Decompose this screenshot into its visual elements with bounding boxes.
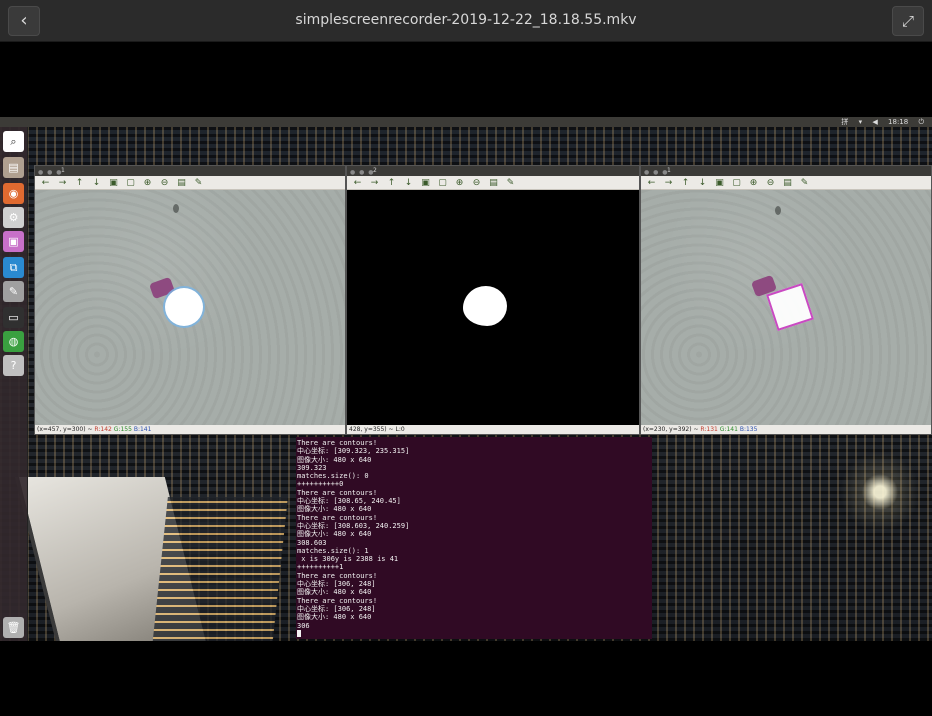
wifi-icon[interactable]: ▾	[859, 118, 863, 126]
terminal-line: ++++++++++1	[297, 563, 344, 572]
detected-ball	[165, 288, 203, 326]
vscode-icon[interactable]: ⧉	[3, 257, 24, 278]
window-controls-icon[interactable]: ● ● ●	[38, 168, 63, 178]
properties-icon[interactable]: ✎	[798, 177, 811, 189]
opencv-window-result[interactable]: ● ● ● 1 ← → ↑ ↓ ▣ ▢ ⊕ ⊖ ▤ ✎ (x=230, y=39…	[640, 165, 932, 435]
settings-icon[interactable]: ⚙	[3, 207, 24, 228]
opencv-toolbar: ← → ↑ ↓ ▣ ▢ ⊕ ⊖ ▤ ✎	[641, 176, 931, 190]
ubuntu-launcher: ⌕ ▤ ◉ ⚙ ▣ ⧉ ✎ ▭ ◍? 🗑	[0, 127, 28, 641]
image-viewer-icon[interactable]: ▣	[3, 231, 24, 252]
zoom-fit-icon[interactable]: ▣	[107, 177, 120, 189]
zoom-in-icon[interactable]: ⊕	[747, 177, 760, 189]
ubuntu-top-panel: 拼 ▾ ◀ 18:18 ⏻	[0, 117, 932, 127]
volume-icon[interactable]: ◀	[872, 118, 877, 126]
zoom-fit-icon[interactable]: ▣	[419, 177, 432, 189]
zoom-out-icon[interactable]: ⊖	[158, 177, 171, 189]
player-header: ‹ simplescreenrecorder-2019-12-22_18.18.…	[0, 0, 932, 42]
pan-left-icon[interactable]: ←	[39, 177, 52, 189]
terminal-cursor-line[interactable]	[297, 629, 652, 639]
letterbox-bottom	[0, 641, 932, 716]
pan-up-icon[interactable]: ↑	[385, 177, 398, 189]
terminal-line: 308.603	[297, 538, 327, 547]
terminal-line: 图像大小: 480 x 640	[297, 588, 372, 597]
terminal-window[interactable]: There are contours! 中心坐标: [309.323, 235.3…	[296, 437, 652, 639]
mask-canvas[interactable]	[347, 190, 639, 425]
pixel-status: 428, y=355) ~ L:0	[347, 425, 639, 434]
terminal-line: 图像大小: 480 x 640	[297, 455, 372, 464]
terminal-line: matches.size(): 0	[297, 472, 369, 481]
properties-icon[interactable]: ✎	[192, 177, 205, 189]
terminal-line: ++++++++++0	[297, 480, 344, 489]
pan-right-icon[interactable]: →	[56, 177, 69, 189]
pan-down-icon[interactable]: ↓	[402, 177, 415, 189]
properties-icon[interactable]: ✎	[504, 177, 517, 189]
opencv-toolbar: ← → ↑ ↓ ▣ ▢ ⊕ ⊖ ▤ ✎	[35, 176, 345, 190]
zoom-original-icon[interactable]: ▢	[436, 177, 449, 189]
terminal-cursor	[297, 629, 301, 637]
window-controls-icon[interactable]: ● ● ●	[350, 168, 375, 178]
save-icon[interactable]: ▤	[175, 177, 188, 189]
mask-blob	[463, 286, 507, 326]
zoom-in-icon[interactable]: ⊕	[141, 177, 154, 189]
video-title: simplescreenrecorder-2019-12-22_18.18.55…	[295, 12, 637, 28]
power-icon[interactable]: ⏻	[918, 118, 924, 126]
fullscreen-button[interactable]: ⤢	[892, 6, 924, 36]
terminal-line: 309.323	[297, 463, 327, 472]
keyboard-indicator[interactable]: 拼	[841, 118, 848, 126]
lit-building	[152, 497, 288, 641]
window-controls-icon[interactable]: ● ● ●	[644, 168, 669, 178]
opencv-toolbar: ← → ↑ ↓ ▣ ▢ ⊕ ⊖ ▤ ✎	[347, 176, 639, 190]
terminal-icon[interactable]: ▭	[3, 307, 24, 328]
globe-icon[interactable]: ◍	[3, 331, 24, 352]
save-icon[interactable]: ▤	[781, 177, 794, 189]
zoom-out-icon[interactable]: ⊖	[470, 177, 483, 189]
opencv-window-mask[interactable]: ● ● ● 2 ← → ↑ ↓ ▣ ▢ ⊕ ⊖ ▤ ✎ 428, y=355) …	[346, 165, 640, 435]
pan-up-icon[interactable]: ↑	[679, 177, 692, 189]
terminal-line: matches.size(): 1	[297, 546, 369, 555]
terminal-line: There are contours!	[297, 596, 378, 605]
zoom-original-icon[interactable]: ▢	[124, 177, 137, 189]
image-canvas[interactable]	[641, 190, 931, 425]
pixel-status: (x=230, y=392) ~ R:131 G:141 B:135	[641, 425, 931, 434]
terminal-line: There are contours!	[297, 513, 378, 522]
zoom-original-icon[interactable]: ▢	[730, 177, 743, 189]
terminal-line: 中心坐标: [309.323, 235.315]	[297, 447, 410, 456]
zoom-out-icon[interactable]: ⊖	[764, 177, 777, 189]
terminal-line: x is 306y is 2388 is 41	[297, 555, 399, 564]
search-icon[interactable]: ⌕	[3, 131, 24, 152]
text-editor-icon[interactable]: ✎	[3, 281, 24, 302]
pan-left-icon[interactable]: ←	[645, 177, 658, 189]
video-frame[interactable]: 拼 ▾ ◀ 18:18 ⏻ ⌕ ▤ ◉ ⚙ ▣ ⧉ ✎ ▭ ◍? 🗑 ● ● ● 1 ← → ↑ …	[0, 117, 932, 641]
pan-right-icon[interactable]: →	[662, 177, 675, 189]
terminal-line: 图像大小: 480 x 640	[297, 530, 372, 539]
pan-down-icon[interactable]: ↓	[696, 177, 709, 189]
zoom-fit-icon[interactable]: ▣	[713, 177, 726, 189]
terminal-line: 图像大小: 480 x 640	[297, 505, 372, 514]
pixel-status: (x=457, y=300) ~ R:142 G:155 B:141	[35, 425, 345, 434]
fullscreen-icon: ⤢	[901, 12, 914, 30]
terminal-line: 中心坐标: [306, 248]	[297, 604, 376, 613]
pan-up-icon[interactable]: ↑	[73, 177, 86, 189]
pan-right-icon[interactable]: →	[368, 177, 381, 189]
opencv-window-original[interactable]: ● ● ● 1 ← → ↑ ↓ ▣ ▢ ⊕ ⊖ ▤ ✎ (x=457, y=30…	[34, 165, 346, 435]
pan-down-icon[interactable]: ↓	[90, 177, 103, 189]
terminal-line: There are contours!	[297, 571, 378, 580]
terminal-line: There are contours!	[297, 488, 378, 497]
pan-left-icon[interactable]: ←	[351, 177, 364, 189]
save-icon[interactable]: ▤	[487, 177, 500, 189]
terminal-line: 图像大小: 480 x 640	[297, 613, 372, 622]
firefox-icon[interactable]: ◉	[3, 183, 24, 204]
image-canvas[interactable]	[35, 190, 345, 425]
clock[interactable]: 18:18	[888, 118, 908, 126]
trash-icon[interactable]: 🗑	[3, 617, 24, 638]
zoom-in-icon[interactable]: ⊕	[453, 177, 466, 189]
terminal-line: 306	[297, 621, 310, 630]
files-icon[interactable]: ▤	[3, 157, 24, 178]
help-icon[interactable]: ?	[3, 355, 24, 376]
